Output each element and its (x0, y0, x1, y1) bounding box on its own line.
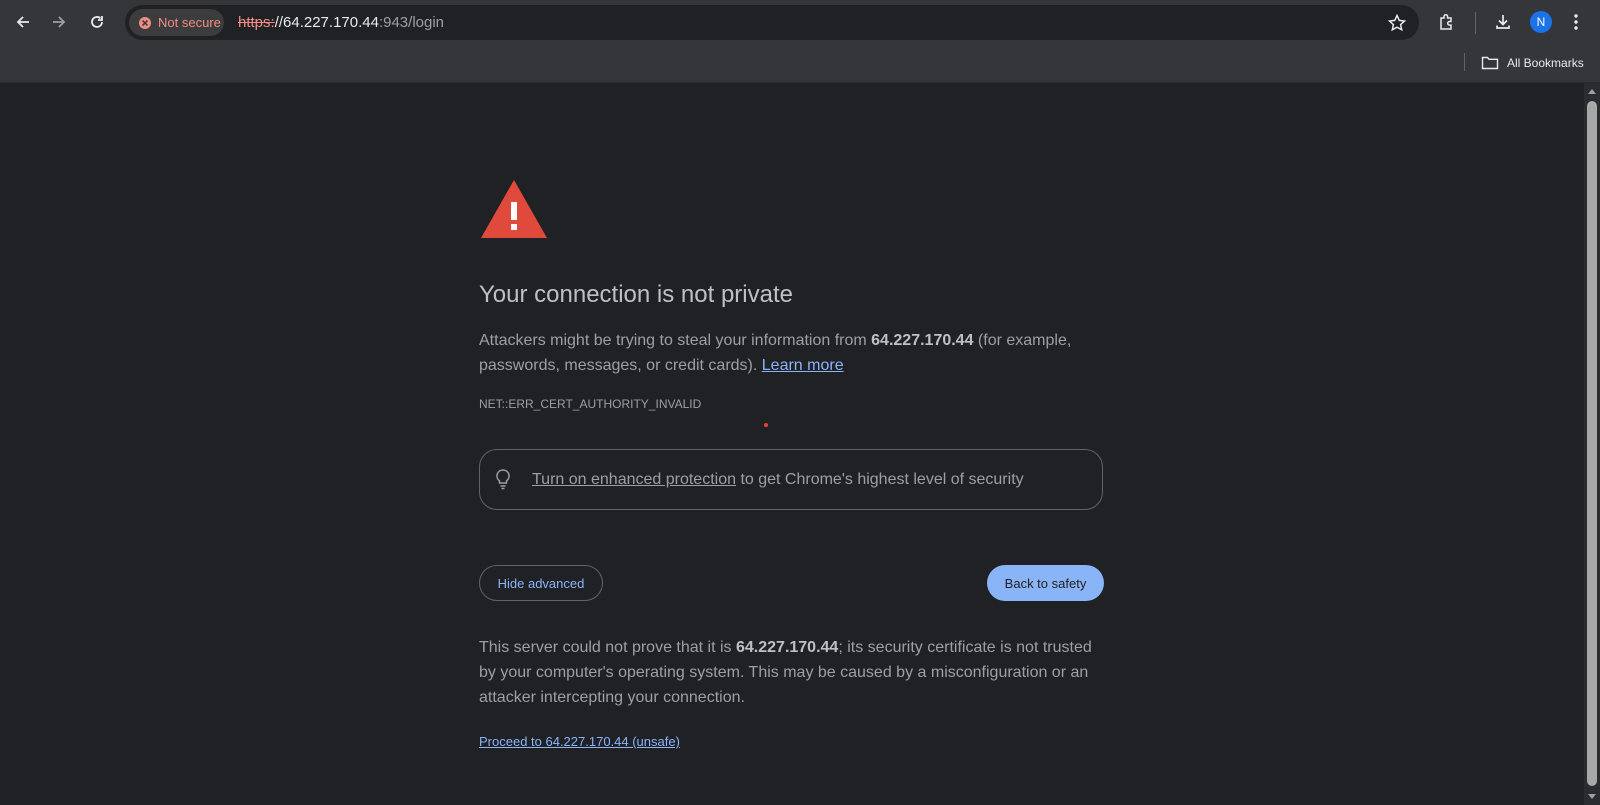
not-secure-chip[interactable]: Not secure (129, 9, 224, 36)
forward-button[interactable] (43, 6, 75, 38)
folder-icon (1481, 56, 1499, 70)
url-host: //64.227.170.44 (274, 14, 379, 31)
bookmarks-separator (1464, 53, 1465, 71)
intro-text: Attackers might be trying to steal your … (479, 328, 1099, 378)
warning-triangle-icon (481, 180, 547, 238)
enhanced-protection-rest: to get Chrome's highest level of securit… (736, 471, 1024, 488)
enhanced-protection-link[interactable]: Turn on enhanced protection (532, 471, 736, 488)
back-button[interactable] (7, 6, 39, 38)
scroll-down-arrow[interactable] (1588, 794, 1596, 799)
enhanced-protection-box: Turn on enhanced protection to get Chrom… (479, 449, 1103, 510)
learn-more-link[interactable]: Learn more (762, 357, 844, 374)
profile-avatar[interactable]: N (1530, 11, 1552, 33)
forward-arrow-icon (53, 16, 66, 28)
back-to-safety-button[interactable]: Back to safety (987, 565, 1104, 601)
proceed-unsafe-link[interactable]: Proceed to 64.227.170.44 (unsafe) (479, 734, 680, 749)
hide-advanced-button[interactable]: Hide advanced (479, 565, 603, 601)
url-scheme: https: (238, 14, 275, 31)
url-text[interactable]: https://64.227.170.44:943/login (238, 5, 444, 40)
not-secure-icon (139, 16, 151, 29)
intro-before: Attackers might be trying to steal your … (479, 332, 872, 349)
kebab-menu-icon (1574, 14, 1578, 30)
extensions-icon (1440, 13, 1452, 30)
scroll-thumb[interactable] (1587, 101, 1597, 786)
browser-toolbar: Not secure https://64.227.170.44:943/log… (0, 0, 1600, 44)
details-host: 64.227.170.44 (736, 639, 839, 656)
error-code: NET::ERR_CERT_AUTHORITY_INVALID (479, 397, 702, 411)
lightbulb-icon (496, 469, 510, 490)
page-scrollbar[interactable] (1584, 83, 1600, 805)
advanced-details-text: This server could not prove that it is 6… (479, 635, 1099, 710)
red-dot-marker (764, 423, 768, 427)
not-secure-label: Not secure (158, 15, 221, 30)
address-bar[interactable]: Not secure https://64.227.170.44:943/log… (125, 5, 1419, 40)
scroll-up-arrow[interactable] (1588, 89, 1596, 94)
menu-button[interactable] (1560, 6, 1592, 38)
enhanced-protection-text: Turn on enhanced protection to get Chrom… (532, 450, 1024, 509)
reload-icon (91, 16, 103, 28)
reload-button[interactable] (81, 6, 113, 38)
details-before: This server could not prove that it is (479, 639, 736, 656)
star-icon[interactable] (1387, 13, 1407, 33)
back-arrow-icon (16, 16, 29, 28)
extensions-button[interactable] (1431, 6, 1463, 38)
download-icon (1496, 15, 1510, 29)
intro-host: 64.227.170.44 (871, 332, 974, 349)
toolbar-divider (1475, 12, 1476, 34)
downloads-button[interactable] (1487, 6, 1519, 38)
all-bookmarks-button[interactable]: All Bookmarks (1481, 52, 1584, 74)
bookmarks-bar: All Bookmarks (0, 44, 1600, 83)
page-title: Your connection is not private (479, 281, 793, 308)
all-bookmarks-label: All Bookmarks (1507, 56, 1584, 70)
url-path: :943/login (378, 14, 445, 31)
